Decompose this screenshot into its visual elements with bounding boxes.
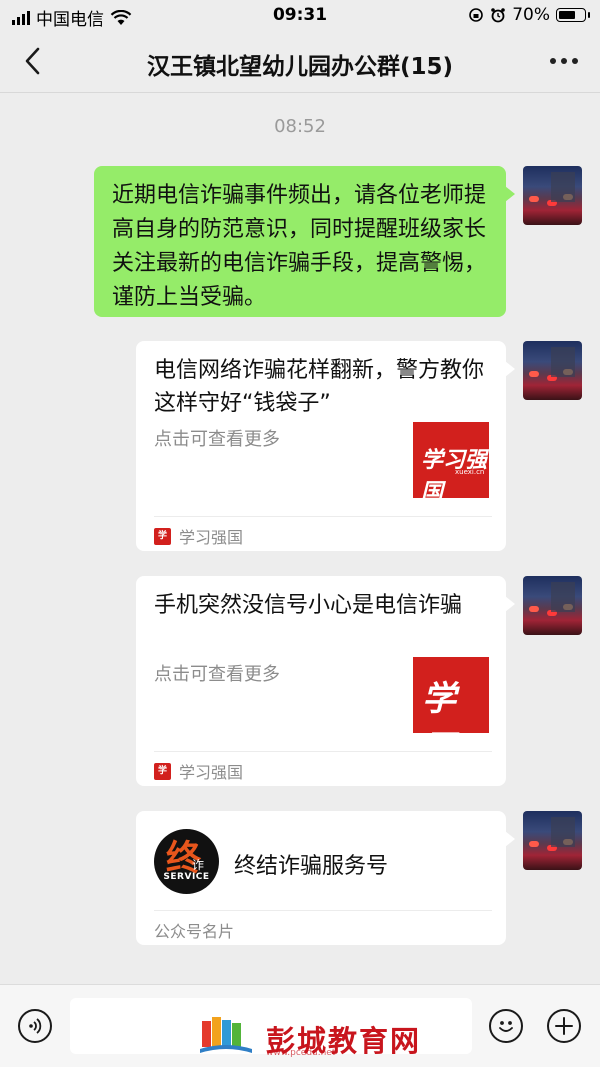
article-source: 学 学习强国 [154,759,243,783]
article-title: 电信网络诈骗花样翻新，警方教你这样守好“钱袋子” [154,358,485,416]
card-divider [154,751,492,752]
status-bar: 中国电信 09:31 70% [0,0,600,30]
more-dots-icon [550,58,578,64]
article-source-name: 学习强国 [179,528,244,547]
back-button[interactable] [18,44,50,78]
article-source: 学 学习强国 [154,524,243,548]
watermark-books-icon [200,1017,252,1053]
plus-icon [555,1017,573,1035]
message-timestamp: 08:52 [274,116,326,137]
card-divider [154,516,492,517]
chevron-left-icon [25,47,40,75]
battery-percent: 70% [512,5,550,25]
article-card[interactable]: 电信网络诈骗花样翻新，警方教你这样守好“钱袋子” 点击可查看更多 学习强国 xu… [136,341,515,551]
card-type-label: 公众号名片 [154,922,235,941]
status-right: 70% [468,5,590,25]
text-message-bubble[interactable]: 近期电信诈骗事件频出，请各位老师提高自身的防范意识，同时提醒班级家长关注最新的电… [94,166,515,317]
xuexi-logo-icon: 学 [154,527,171,545]
avatar-label: SERVICE [163,872,210,882]
more-button[interactable] [550,58,578,64]
message-input[interactable]: 彭城教育网 www.pcedu.net [70,998,472,1058]
more-functions-button[interactable] [547,1009,581,1043]
card-divider [154,910,492,911]
voice-icon [29,1018,42,1034]
article-thumbnail: 学习强国 xuexi.cn [413,422,489,498]
emoji-icon [499,1021,513,1032]
text-message-content: 近期电信诈骗事件频出，请各位老师提高自身的防范意识，同时提醒班级家长关注最新的电… [112,183,487,310]
avatar-char-small: 诈 [192,858,205,872]
emoji-button[interactable] [489,1009,523,1043]
thumbnail-subtext: xuexi.cn [455,468,485,476]
official-account-avatar: 终 诈 SERVICE [154,829,219,894]
sender-avatar[interactable] [523,811,582,870]
article-thumbnail: 学习 [413,657,489,733]
article-card[interactable]: 手机突然没信号小心是电信诈骗 点击可查看更多 学习 学 学习强国 [136,576,515,786]
battery-fill [559,11,576,19]
alarm-icon [491,8,506,23]
article-title: 手机突然没信号小心是电信诈骗 [154,593,463,618]
chat-title: 汉王镇北望幼儿园办公群(15) [146,54,454,80]
thumbnail-logo-text: 学习 [422,679,456,733]
watermark-subtext: www.pcedu.net [266,1048,336,1058]
input-bar: 彭城教育网 www.pcedu.net [0,984,600,1067]
sender-avatar[interactable] [523,341,582,400]
sender-avatar[interactable] [523,166,582,225]
article-description: 点击可查看更多 [154,664,280,685]
orientation-lock-icon [469,8,484,22]
official-account-card[interactable]: 终 诈 SERVICE 终结诈骗服务号 公众号名片 [136,811,515,945]
battery-icon [556,8,590,22]
article-source-name: 学习强国 [179,763,244,782]
chat-header: 汉王镇北望幼儿园办公群(15) [0,30,600,93]
official-account-name: 终结诈骗服务号 [234,854,389,879]
voice-button[interactable] [18,1009,52,1043]
xuexi-logo-icon: 学 [154,762,171,780]
sender-avatar[interactable] [523,576,582,635]
article-description: 点击可查看更多 [154,429,280,450]
